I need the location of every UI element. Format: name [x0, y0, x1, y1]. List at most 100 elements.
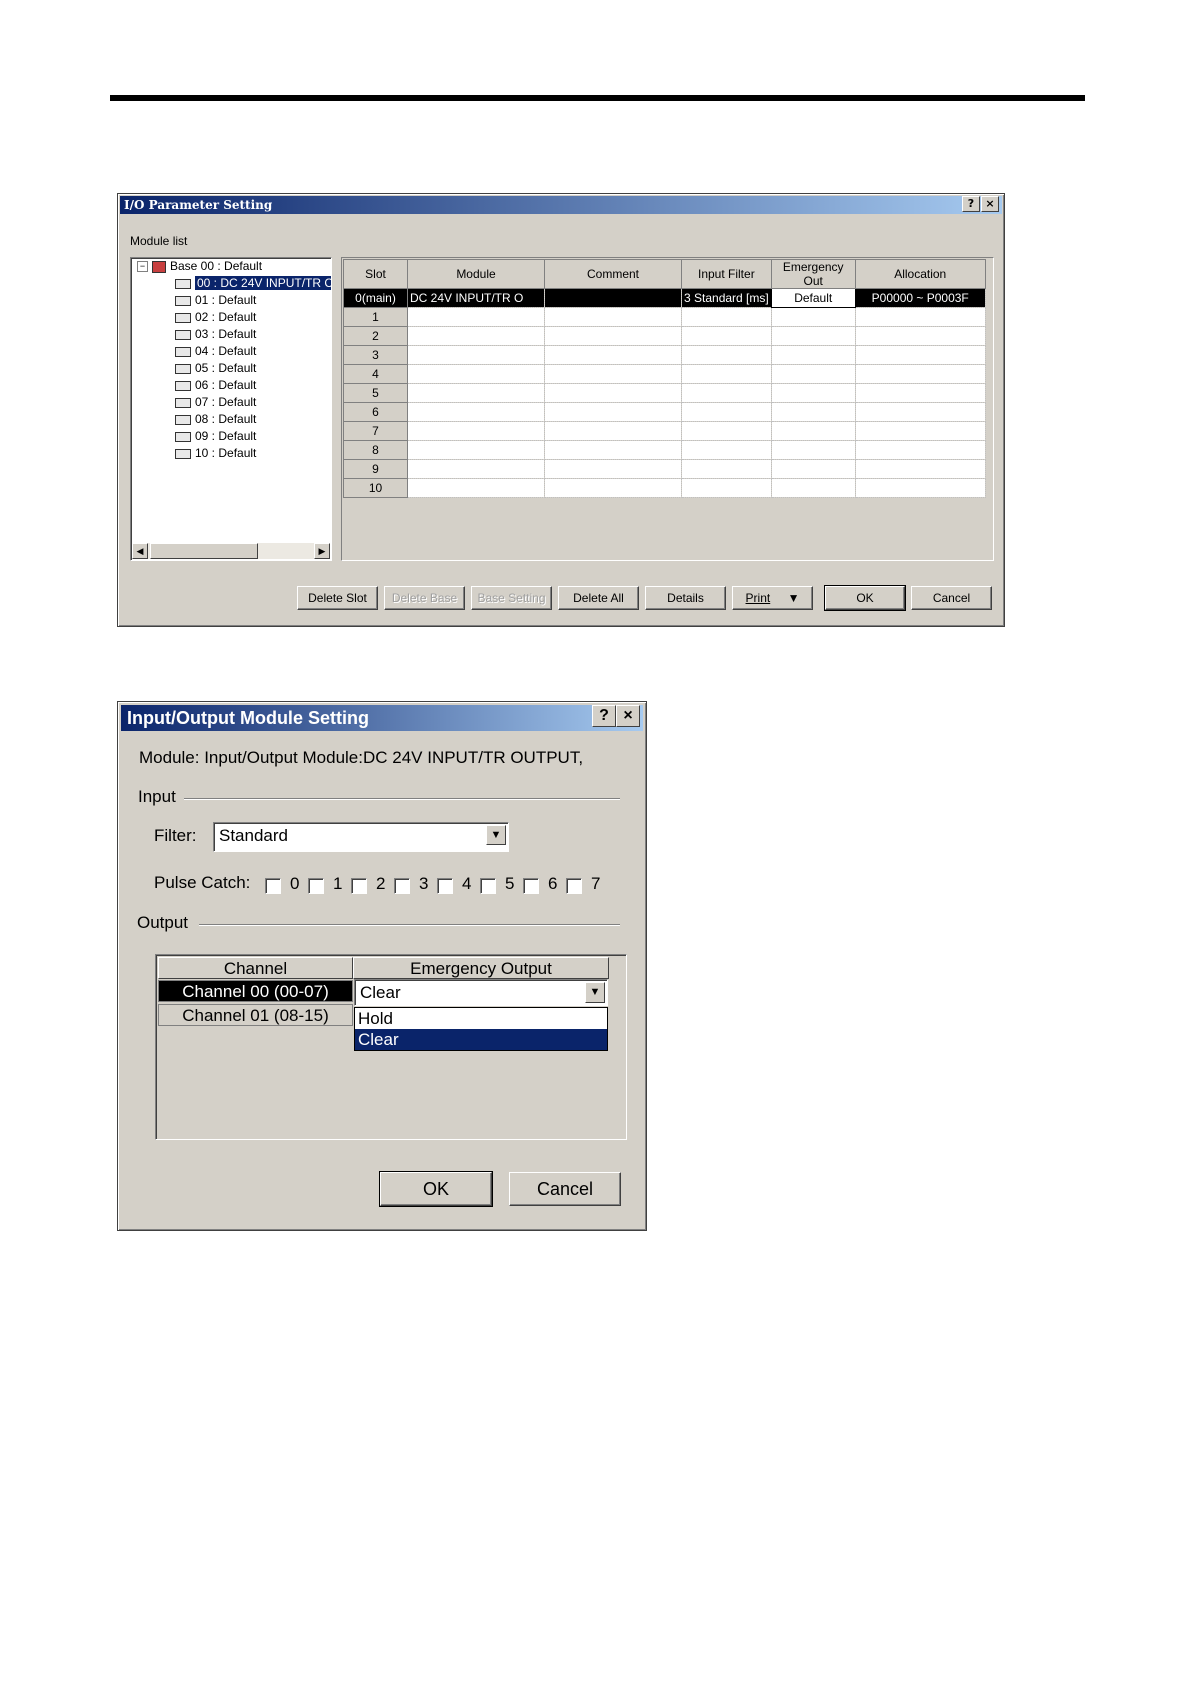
col-allocation[interactable]: Allocation — [854, 259, 986, 289]
tree-item[interactable]: 02 : Default — [175, 309, 256, 326]
module-cell[interactable]: DC 24V INPUT/TR O — [407, 288, 545, 308]
comment-cell[interactable] — [544, 345, 682, 365]
filter-select[interactable]: Standard ▼ — [213, 822, 509, 852]
emergency-cell[interactable] — [770, 478, 856, 498]
emergency-output-options[interactable]: Hold Clear — [354, 1007, 608, 1051]
module-cell[interactable] — [407, 478, 545, 498]
allocation-cell[interactable] — [854, 326, 986, 346]
option-clear[interactable]: Clear — [355, 1029, 607, 1050]
allocation-cell[interactable] — [854, 402, 986, 422]
pulse-checkbox-2[interactable] — [351, 878, 367, 894]
dropdown-arrow-icon[interactable]: ▼ — [585, 982, 605, 1003]
option-hold[interactable]: Hold — [355, 1008, 607, 1029]
allocation-cell[interactable] — [854, 307, 986, 327]
pulse-checkbox-6[interactable] — [523, 878, 539, 894]
comment-cell[interactable] — [544, 383, 682, 403]
pulse-checkbox-7[interactable] — [566, 878, 582, 894]
delete-all-button[interactable]: Delete All — [558, 586, 639, 610]
allocation-cell[interactable]: P00000 ~ P0003F — [854, 288, 986, 308]
slot-cell[interactable]: 6 — [343, 402, 408, 422]
slot-cell[interactable]: 1 — [343, 307, 408, 327]
comment-cell[interactable] — [544, 364, 682, 384]
comment-cell[interactable] — [544, 326, 682, 346]
slot-cell[interactable]: 8 — [343, 440, 408, 460]
base-setting-button[interactable]: Base Setting — [471, 586, 552, 610]
close-button[interactable]: × — [981, 196, 999, 212]
collapse-icon[interactable]: − — [137, 261, 148, 273]
tree-item[interactable]: 08 : Default — [175, 411, 256, 428]
horizontal-scrollbar[interactable]: ◀ ▶ — [132, 543, 330, 559]
comment-cell[interactable] — [544, 402, 682, 422]
cancel-button[interactable]: Cancel — [509, 1172, 621, 1206]
pulse-checkbox-4[interactable] — [437, 878, 453, 894]
tree-item[interactable]: 04 : Default — [175, 343, 256, 360]
slot-cell[interactable]: 2 — [343, 326, 408, 346]
col-input-filter[interactable]: Input Filter — [681, 259, 772, 289]
col-comment[interactable]: Comment — [544, 259, 682, 289]
module-cell[interactable] — [407, 345, 545, 365]
allocation-cell[interactable] — [854, 440, 986, 460]
comment-cell[interactable] — [544, 421, 682, 441]
col-emergency-output[interactable]: Emergency Output — [353, 957, 609, 979]
delete-base-button[interactable]: Delete Base — [384, 586, 465, 610]
emergency-cell[interactable] — [770, 383, 856, 403]
col-module[interactable]: Module — [407, 259, 545, 289]
emergency-cell[interactable] — [770, 307, 856, 327]
module-cell[interactable] — [407, 364, 545, 384]
emergency-cell[interactable] — [770, 440, 856, 460]
module-cell[interactable] — [407, 421, 545, 441]
emergency-cell[interactable] — [770, 326, 856, 346]
details-button[interactable]: Details — [645, 586, 726, 610]
slot-cell[interactable]: 10 — [343, 478, 408, 498]
ok-button[interactable]: OK — [824, 585, 906, 611]
delete-slot-button[interactable]: Delete Slot — [297, 586, 378, 610]
table-row[interactable]: 0(main) DC 24V INPUT/TR O 3 Standard [ms… — [343, 288, 986, 308]
filter-cell[interactable] — [681, 421, 772, 441]
tree-item[interactable]: 09 : Default — [175, 428, 256, 445]
table-row[interactable]: 4 — [343, 364, 986, 384]
table-row[interactable]: 2 — [343, 326, 986, 346]
allocation-cell[interactable] — [854, 421, 986, 441]
help-button[interactable]: ? — [962, 196, 980, 212]
table-row[interactable]: 6 — [343, 402, 986, 422]
filter-cell[interactable] — [681, 345, 772, 365]
tree-item[interactable]: 03 : Default — [175, 326, 256, 343]
filter-cell[interactable] — [681, 459, 772, 479]
allocation-cell[interactable] — [854, 478, 986, 498]
table-row[interactable]: 1 — [343, 307, 986, 327]
channel-row-0[interactable]: Channel 00 (00-07) — [158, 980, 353, 1002]
module-cell[interactable] — [407, 307, 545, 327]
comment-cell[interactable] — [544, 478, 682, 498]
table-row[interactable]: 7 — [343, 421, 986, 441]
allocation-cell[interactable] — [854, 383, 986, 403]
ok-button[interactable]: OK — [379, 1171, 493, 1207]
filter-cell[interactable] — [681, 326, 772, 346]
module-tree[interactable]: − Base 00 : Default 00 : DC 24V INPUT/TR … — [130, 257, 332, 561]
tree-root[interactable]: − Base 00 : Default — [137, 258, 262, 275]
tree-item[interactable]: 07 : Default — [175, 394, 256, 411]
col-channel[interactable]: Channel — [158, 957, 353, 979]
emergency-cell[interactable] — [770, 402, 856, 422]
scroll-left-icon[interactable]: ◀ — [132, 543, 148, 559]
slot-cell[interactable]: 0(main) — [343, 288, 408, 308]
allocation-cell[interactable] — [854, 459, 986, 479]
dropdown-arrow-icon[interactable]: ▼ — [486, 825, 506, 845]
emergency-cell[interactable] — [770, 364, 856, 384]
help-button[interactable]: ? — [592, 705, 616, 727]
table-row[interactable]: 8 — [343, 440, 986, 460]
tree-item[interactable]: 05 : Default — [175, 360, 256, 377]
comment-cell[interactable] — [544, 307, 682, 327]
print-button[interactable]: Print ▼ — [732, 586, 813, 610]
table-row[interactable]: 9 — [343, 459, 986, 479]
filter-cell[interactable]: 3 Standard [ms] — [681, 288, 772, 308]
allocation-cell[interactable] — [854, 364, 986, 384]
module-cell[interactable] — [407, 402, 545, 422]
filter-cell[interactable] — [681, 307, 772, 327]
filter-cell[interactable] — [681, 383, 772, 403]
filter-cell[interactable] — [681, 402, 772, 422]
module-cell[interactable] — [407, 440, 545, 460]
col-slot[interactable]: Slot — [343, 259, 408, 289]
slot-cell[interactable]: 7 — [343, 421, 408, 441]
tree-item[interactable]: 06 : Default — [175, 377, 256, 394]
slot-cell[interactable]: 5 — [343, 383, 408, 403]
